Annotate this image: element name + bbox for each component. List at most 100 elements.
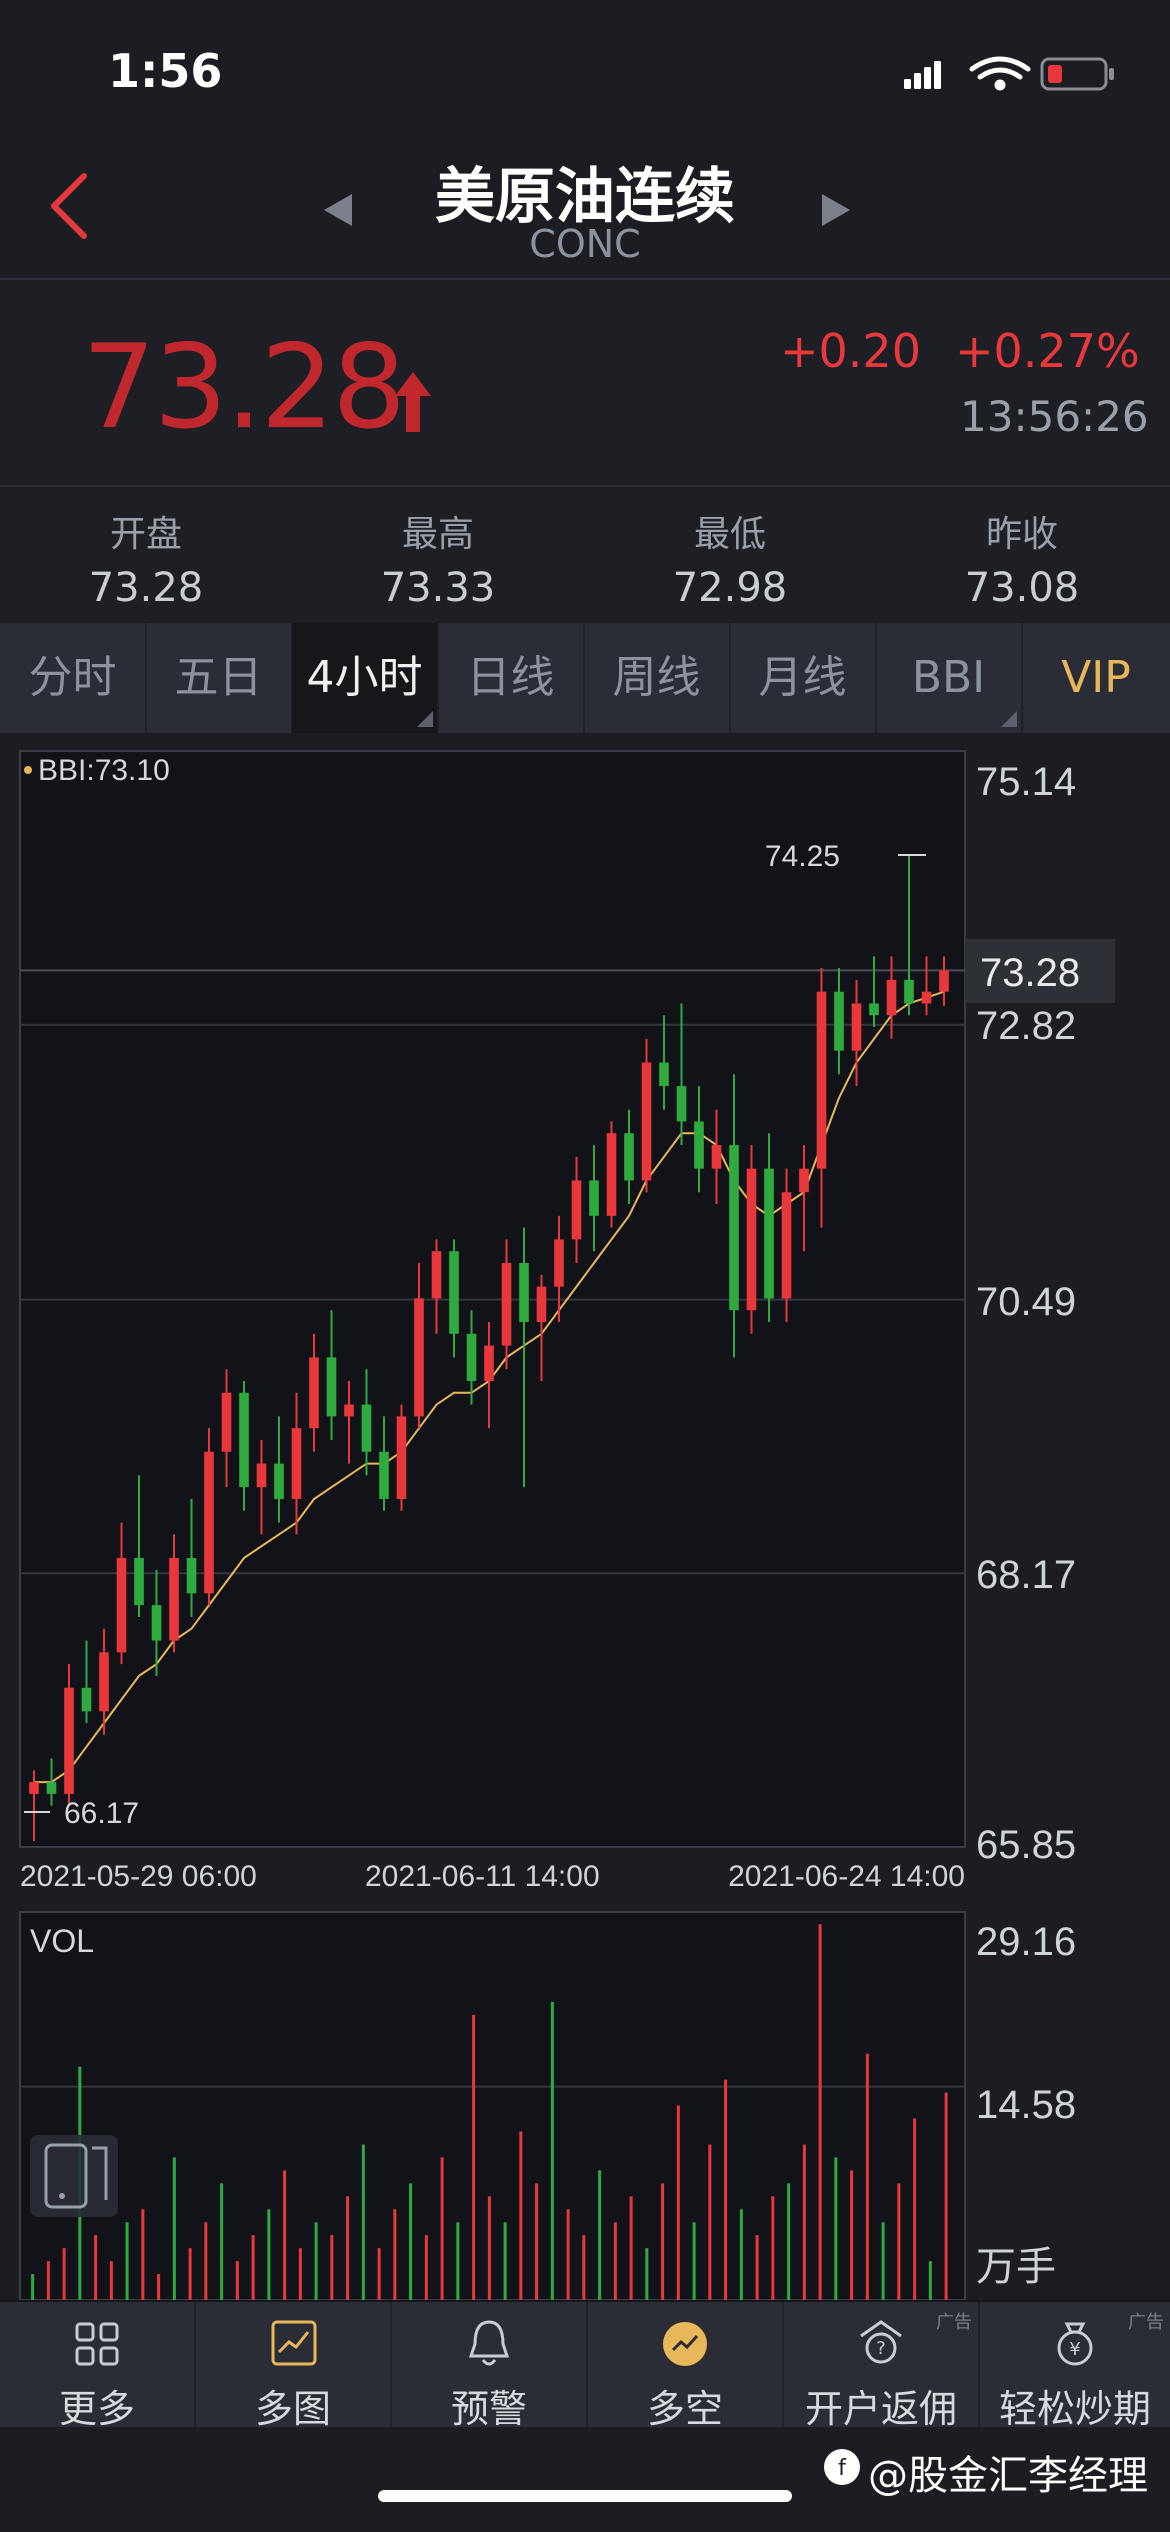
candle-body (571, 1180, 582, 1240)
tab-label: 4小时 (306, 652, 423, 703)
stat-label: 最低 (693, 514, 766, 555)
candle-body (484, 1345, 494, 1381)
stat-open: 开盘 73.28 (0, 487, 292, 611)
svg-text:¥: ¥ (1069, 2339, 1080, 2360)
date-label: 2021-06-11 14:00 (365, 1860, 600, 1893)
watermark-text: @股金汇李经理 (868, 2453, 1148, 2499)
price-change: +0.20 (780, 324, 921, 378)
stat-low: 最低 72.98 (584, 487, 876, 611)
back-icon[interactable] (42, 170, 102, 240)
candle-body (326, 1357, 337, 1417)
price-change-pct: +0.27% (955, 324, 1140, 378)
high-marker-label: 74.25 (765, 840, 840, 873)
tab-label: BBI (911, 652, 986, 703)
candle-body (274, 1463, 284, 1499)
toolbar-label: 预警 (450, 2387, 527, 2431)
kline-chart[interactable]: BBI:73.10 74.25 66.17 73.28 75.14 72.82 … (0, 740, 1170, 2301)
volume-unit: 万手 (976, 2245, 1056, 2289)
money-bag-icon: ¥ (1057, 2322, 1093, 2366)
volume-tick: 29.16 (976, 1920, 1076, 1964)
toolbar-account-rebate[interactable]: 广告 ? 开户返佣 (784, 2302, 980, 2431)
candle-body (186, 1557, 197, 1594)
prev-arrow-icon[interactable] (320, 190, 356, 230)
battery-icon (1040, 57, 1114, 91)
candle (396, 1404, 407, 1511)
candle-body (554, 1239, 564, 1287)
tab-vip[interactable]: VIP (1022, 623, 1170, 733)
price-tick: 72.82 (976, 1004, 1076, 1048)
bbi-dot-icon (24, 766, 32, 774)
candle-body (834, 991, 844, 1051)
candle-body (694, 1121, 704, 1169)
last-price: 73.28 (82, 320, 406, 455)
toolbar-more[interactable]: 更多 (0, 2302, 196, 2431)
footer: f @股金汇李经理 (0, 2427, 1170, 2532)
candle-body (379, 1451, 389, 1499)
multi-chart-icon (271, 2320, 317, 2366)
tab-weekly[interactable]: 周线 (584, 623, 731, 733)
orientation-toggle-icon[interactable] (30, 2135, 118, 2217)
stat-label: 最高 (401, 514, 474, 555)
chart-area[interactable]: BBI:73.10 74.25 66.17 73.28 75.14 72.82 … (0, 740, 1170, 2301)
candle-body (151, 1605, 162, 1641)
next-arrow-icon[interactable] (818, 190, 854, 230)
current-price-label: 73.28 (980, 951, 1080, 995)
candle-body (676, 1086, 687, 1122)
stat-value: 73.08 (964, 565, 1080, 611)
weibo-logo-icon: f (824, 2449, 860, 2485)
price-tick: 65.85 (976, 1823, 1076, 1867)
ad-badge: 广告 (1128, 2312, 1164, 2333)
tab-4hour[interactable]: 4小时 (292, 623, 439, 733)
signal-icon (904, 61, 941, 89)
tab-intraday[interactable]: 分时 (0, 623, 147, 733)
candle-body (606, 1133, 617, 1216)
home-indicator[interactable] (378, 2490, 792, 2502)
candle-body (204, 1451, 214, 1594)
candle-body (431, 1251, 442, 1299)
tab-monthly[interactable]: 月线 (730, 623, 877, 733)
candle-body (449, 1251, 459, 1334)
grid-icon (75, 2322, 119, 2366)
quote-time: 13:56:26 (960, 392, 1149, 441)
nav-bar: 美原油连续 CONC (0, 140, 1170, 275)
bottom-toolbar: 更多 多图 预警 多空 广告 ? 开户返佣 广告 ¥ 轻松炒期 (0, 2300, 1170, 2431)
volume-tick: 14.58 (976, 2083, 1076, 2127)
toolbar-label: 轻松炒期 (998, 2387, 1151, 2431)
tab-bbi[interactable]: BBI (876, 623, 1023, 733)
toolbar-multi-chart[interactable]: 多图 (196, 2302, 392, 2431)
candle-body (361, 1404, 372, 1452)
candle-body (939, 970, 949, 992)
volume-label: VOL (30, 1923, 94, 1959)
candle-body (536, 1286, 547, 1323)
candle (204, 1428, 214, 1606)
period-tabs: 分时 五日 4小时 日线 周线 月线 BBI VIP (0, 623, 1170, 733)
toolbar-label: 开户返佣 (804, 2387, 957, 2431)
status-time: 1:56 (108, 44, 223, 98)
candle-body (851, 1003, 862, 1051)
candle-body (904, 979, 914, 1004)
stat-prev-close: 昨收 73.08 (876, 487, 1168, 611)
toolbar-alert[interactable]: 预警 (392, 2302, 588, 2431)
volume-panel-frame (19, 1911, 966, 2301)
candle-body (781, 1192, 792, 1299)
candle-body (309, 1357, 319, 1429)
stat-value: 73.33 (380, 565, 496, 611)
candle-body (81, 1687, 92, 1712)
candle-body (29, 1782, 39, 1794)
candle-body (134, 1557, 144, 1606)
candle-body (414, 1298, 424, 1417)
candle-body (116, 1557, 127, 1653)
instrument-code: CONC (529, 222, 641, 266)
stat-label: 昨收 (985, 514, 1058, 555)
tab-corner-icon (1001, 711, 1017, 727)
tab-five-day[interactable]: 五日 (146, 623, 293, 733)
stats-row: 开盘 73.28 最高 73.33 最低 72.98 昨收 73.08 (0, 487, 1170, 622)
candle-body (99, 1652, 109, 1712)
candle-body (869, 1003, 879, 1016)
toolbar-long-short[interactable]: 多空 (588, 2302, 784, 2431)
candle-body (729, 1145, 739, 1311)
candle-body (501, 1263, 512, 1346)
tab-daily[interactable]: 日线 (438, 623, 585, 733)
toolbar-easy-futures[interactable]: 广告 ¥ 轻松炒期 (980, 2302, 1170, 2431)
candle-body (659, 1062, 669, 1087)
